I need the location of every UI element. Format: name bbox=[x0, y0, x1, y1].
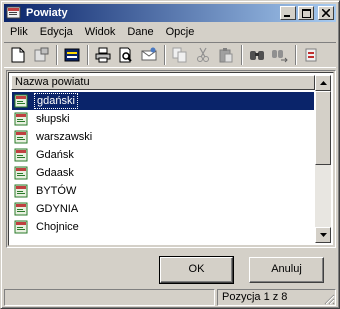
email-icon[interactable] bbox=[139, 45, 159, 65]
record-icon bbox=[14, 166, 28, 180]
ok-button[interactable]: OK bbox=[159, 256, 234, 284]
record-icon bbox=[14, 130, 28, 144]
title-bar[interactable]: Powiaty bbox=[4, 4, 336, 22]
record-icon bbox=[14, 184, 28, 198]
print-preview-icon[interactable] bbox=[116, 45, 136, 65]
find-replace-icon[interactable] bbox=[270, 45, 290, 65]
menu-plik[interactable]: Plik bbox=[4, 23, 34, 41]
list-item[interactable]: BYTÓW bbox=[12, 182, 314, 200]
record-icon bbox=[14, 220, 28, 234]
list-panel: Nazwa powiatu gdański słupski warszawski Gd… bbox=[6, 70, 336, 248]
record-icon bbox=[14, 94, 28, 108]
status-position: Pozycja 1 z 8 bbox=[217, 289, 336, 306]
close-button[interactable] bbox=[318, 6, 334, 20]
list-item-label: słupski bbox=[36, 113, 70, 125]
print-icon[interactable] bbox=[93, 45, 113, 65]
window-title: Powiaty bbox=[26, 7, 68, 19]
menu-dane[interactable]: Dane bbox=[121, 23, 159, 41]
record-icon bbox=[14, 202, 28, 216]
list-item[interactable]: Gdaask bbox=[12, 164, 314, 182]
record-icon bbox=[14, 148, 28, 162]
status-left bbox=[4, 289, 215, 306]
maximize-button[interactable] bbox=[298, 6, 314, 20]
list-item[interactable]: GDYNIA bbox=[12, 200, 314, 218]
list-item-label: GDYNIA bbox=[36, 203, 79, 215]
list-item-label: Chojnice bbox=[36, 221, 79, 233]
toolbar-separator bbox=[164, 45, 166, 65]
toolbar bbox=[4, 42, 336, 68]
toolbar-separator bbox=[56, 45, 58, 65]
resize-grip-icon[interactable] bbox=[323, 293, 335, 305]
list-item-label: Gdaask bbox=[36, 167, 74, 179]
dialog-window: Powiaty Plik Edycja Widok Dane Opcje Naz… bbox=[0, 0, 340, 309]
more-icon[interactable] bbox=[301, 45, 321, 65]
properties-icon[interactable] bbox=[31, 45, 51, 65]
copy-icon[interactable] bbox=[170, 45, 190, 65]
list-item-label: Gdańsk bbox=[36, 149, 74, 161]
list-item[interactable]: Chojnice bbox=[12, 218, 314, 236]
scroll-down-button[interactable] bbox=[315, 227, 331, 243]
minimize-button[interactable] bbox=[280, 6, 296, 20]
toolbar-separator bbox=[87, 45, 89, 65]
list-item[interactable]: Gdańsk bbox=[12, 146, 314, 164]
menu-edycja[interactable]: Edycja bbox=[34, 23, 79, 41]
menu-opcje[interactable]: Opcje bbox=[160, 23, 201, 41]
column-header-nazwa[interactable]: Nazwa powiatu bbox=[11, 75, 315, 90]
find-icon[interactable] bbox=[247, 45, 267, 65]
arrow-down-icon bbox=[319, 233, 327, 237]
list-item-label: warszawski bbox=[36, 131, 93, 143]
app-icon bbox=[6, 6, 22, 20]
menu-bar: Plik Edycja Widok Dane Opcje bbox=[4, 23, 200, 41]
scroll-thumb[interactable] bbox=[315, 91, 331, 165]
record-icon bbox=[14, 112, 28, 126]
edit-form-icon[interactable] bbox=[62, 45, 82, 65]
vertical-scrollbar[interactable] bbox=[315, 75, 331, 243]
toolbar-separator bbox=[241, 45, 243, 65]
list-rows: gdański słupski warszawski Gdańsk Gdaask BYTÓ… bbox=[12, 92, 314, 236]
powiaty-list[interactable]: Nazwa powiatu gdański słupski warszawski Gd… bbox=[8, 72, 334, 246]
scroll-up-button[interactable] bbox=[315, 75, 331, 91]
cancel-button[interactable]: Anuluj bbox=[249, 257, 324, 283]
cut-icon[interactable] bbox=[193, 45, 213, 65]
list-item-label: BYTÓW bbox=[36, 185, 77, 197]
list-item[interactable]: warszawski bbox=[12, 128, 314, 146]
toolbar-separator bbox=[295, 45, 297, 65]
list-item[interactable]: słupski bbox=[12, 110, 314, 128]
paste-icon[interactable] bbox=[216, 45, 236, 65]
status-bar: Pozycja 1 z 8 bbox=[4, 289, 336, 306]
arrow-up-icon bbox=[319, 81, 327, 85]
list-item-label: gdański bbox=[34, 93, 78, 109]
list-item[interactable]: gdański bbox=[12, 92, 314, 110]
menu-widok[interactable]: Widok bbox=[79, 23, 122, 41]
new-document-icon[interactable] bbox=[8, 45, 28, 65]
